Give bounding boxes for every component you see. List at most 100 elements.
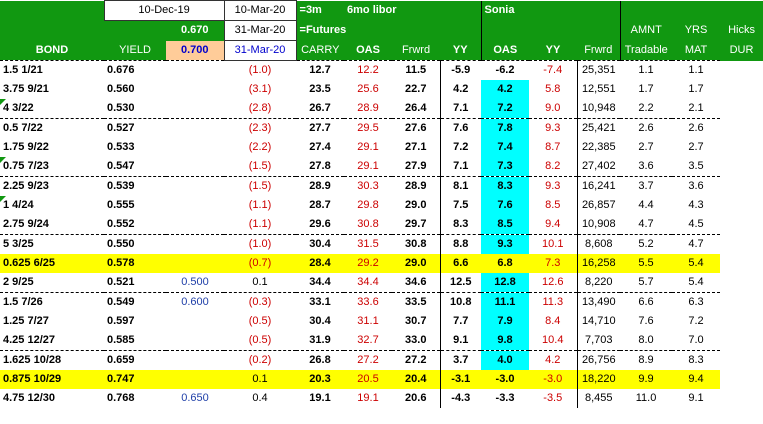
- carry-value[interactable]: (0.7): [224, 254, 297, 273]
- bond-yield[interactable]: 0.552: [104, 215, 166, 235]
- carry-value[interactable]: (1.1): [224, 196, 296, 215]
- sonia-oas-value[interactable]: -5.9: [439, 60, 482, 80]
- table-row[interactable]: 3.75 9/21 0.560 (3.1) 23.5 25.6 22.7 4.2 4.2 5.8…: [0, 80, 763, 99]
- carry-value[interactable]: (1.5): [224, 176, 297, 196]
- oas-value[interactable]: 23.5: [296, 80, 344, 99]
- sonia-oas-value[interactable]: 9.1: [439, 331, 482, 351]
- yy-value[interactable]: 26.4: [392, 99, 440, 119]
- bond-name[interactable]: 3.75 9/21: [0, 80, 104, 99]
- sonia-forward-value[interactable]: 11.3: [529, 292, 578, 312]
- oas-value[interactable]: 30.4: [296, 312, 344, 331]
- futures-yield[interactable]: [166, 312, 224, 331]
- hicks-duration[interactable]: 9.1: [672, 389, 720, 408]
- carry-value[interactable]: (2.2): [224, 138, 296, 157]
- date-cell-4[interactable]: 31-Mar-20: [223, 40, 297, 61]
- bond-yield[interactable]: 0.659: [104, 350, 166, 370]
- hicks-duration[interactable]: 7.2: [672, 312, 720, 331]
- years-maturity[interactable]: 1.7: [620, 80, 672, 99]
- bond-yield[interactable]: 0.530: [104, 99, 166, 119]
- futures-yield[interactable]: [166, 254, 225, 273]
- table-row[interactable]: 0.625 6/25 0.578 (0.7) 28.4 29.2 29.0 6.6 6.8 7.…: [0, 254, 763, 273]
- sonia-forward-value[interactable]: 10.4: [529, 331, 577, 351]
- forward-value[interactable]: 27.2: [344, 350, 393, 370]
- sonia-oas-value[interactable]: 8.8: [439, 234, 482, 254]
- amount-tradable[interactable]: 10,908: [576, 215, 621, 235]
- bond-yield[interactable]: 0.597: [104, 312, 166, 331]
- sonia-forward-value[interactable]: 10.1: [529, 234, 578, 254]
- amount-tradable[interactable]: 16,258: [576, 254, 621, 273]
- amount-tradable[interactable]: 25,421: [576, 118, 621, 138]
- futures-yield[interactable]: [166, 138, 224, 157]
- bond-name[interactable]: 1.5 1/21: [0, 60, 104, 80]
- futures-yield[interactable]: 0.500: [166, 273, 224, 293]
- years-maturity[interactable]: 11.0: [620, 389, 672, 408]
- bond-name[interactable]: 1.5 7/26: [0, 292, 104, 312]
- forward-value[interactable]: 25.6: [344, 80, 392, 99]
- hicks-duration[interactable]: 7.0: [672, 331, 720, 351]
- table-row[interactable]: 0.875 10/29 0.747 0.1 20.3 20.5 20.4 -3.1 -3.0-…: [0, 370, 763, 389]
- years-maturity[interactable]: 2.6: [620, 118, 673, 138]
- oas-value[interactable]: 26.7: [296, 99, 344, 119]
- yy-value[interactable]: 20.4: [392, 370, 441, 389]
- amount-tradable[interactable]: 8,608: [576, 234, 621, 254]
- yy-value[interactable]: 29.0: [392, 254, 441, 273]
- sonia-forward-value[interactable]: 8.5: [529, 196, 577, 215]
- futures-yield[interactable]: [166, 350, 225, 370]
- sonia-yy-value[interactable]: 7.3: [481, 157, 530, 177]
- table-row[interactable]: 2.25 9/23 0.539 (1.5) 28.9 30.3 28.9 8.1 8.3 9.3…: [0, 176, 763, 196]
- amount-tradable[interactable]: 7,703: [576, 331, 621, 351]
- years-maturity[interactable]: 3.7: [620, 176, 673, 196]
- sonia-oas-value[interactable]: 7.6: [439, 118, 482, 138]
- years-maturity[interactable]: 9.9: [620, 370, 673, 389]
- hicks-duration[interactable]: 4.7: [672, 234, 721, 254]
- sonia-forward-value[interactable]: 9.3: [529, 176, 578, 196]
- years-maturity[interactable]: 2.2: [620, 99, 672, 119]
- date-cell-2[interactable]: 10-Mar-20: [223, 0, 297, 21]
- bond-name[interactable]: 4 3/22: [0, 99, 104, 119]
- forward-value[interactable]: 29.8: [344, 196, 392, 215]
- sonia-yy-value[interactable]: 7.4: [481, 138, 530, 157]
- oas-value[interactable]: 33.1: [296, 292, 345, 312]
- yy-value[interactable]: 27.6: [392, 118, 441, 138]
- amount-tradable[interactable]: 14,710: [576, 312, 621, 331]
- bond-yield[interactable]: 0.547: [104, 157, 166, 177]
- bond-name[interactable]: 2.75 9/24: [0, 215, 104, 235]
- years-maturity[interactable]: 3.6: [620, 157, 672, 177]
- yy-value[interactable]: 29.7: [392, 215, 440, 235]
- sonia-yy-value[interactable]: 9.3: [481, 234, 530, 254]
- oas-value[interactable]: 27.7: [296, 118, 345, 138]
- oas-value[interactable]: 30.4: [296, 234, 345, 254]
- carry-value[interactable]: (1.0): [224, 234, 297, 254]
- table-row[interactable]: 4.25 12/27 0.585 (0.5) 31.9 32.7 33.0 9.1 9.8 10…: [0, 331, 763, 351]
- amount-tradable[interactable]: 25,351: [576, 60, 621, 80]
- oas-value[interactable]: 27.8: [296, 157, 344, 177]
- futures-yield[interactable]: [166, 196, 224, 215]
- carry-value[interactable]: (1.0): [224, 60, 297, 80]
- sonia-oas-value[interactable]: 12.5: [439, 273, 482, 293]
- years-maturity[interactable]: 8.0: [620, 331, 672, 351]
- sonia-forward-value[interactable]: 4.2: [529, 350, 578, 370]
- sonia-oas-value[interactable]: 4.2: [439, 80, 482, 99]
- bond-yield[interactable]: 0.560: [104, 80, 166, 99]
- hicks-duration[interactable]: 4.5: [672, 215, 720, 235]
- sonia-yy-value[interactable]: 12.8: [481, 273, 530, 293]
- bond-name[interactable]: 2.25 9/23: [0, 176, 104, 196]
- hicks-duration[interactable]: 8.3: [672, 350, 721, 370]
- years-maturity[interactable]: 4.4: [620, 196, 672, 215]
- oas-value[interactable]: 19.1: [296, 389, 344, 408]
- carry-value[interactable]: 0.4: [224, 389, 296, 408]
- sonia-yy-value[interactable]: 9.8: [481, 331, 530, 351]
- oas-value[interactable]: 28.7: [296, 196, 344, 215]
- futures-yield[interactable]: [166, 215, 224, 235]
- carry-value[interactable]: (0.5): [224, 331, 296, 351]
- hicks-duration[interactable]: 5.4: [672, 254, 721, 273]
- hicks-duration[interactable]: 2.6: [672, 118, 721, 138]
- bond-yield[interactable]: 0.585: [104, 331, 166, 351]
- date-cell-3[interactable]: 31-Mar-20: [223, 20, 297, 41]
- yy-value[interactable]: 29.0: [392, 196, 440, 215]
- sonia-forward-value[interactable]: 8.4: [529, 312, 577, 331]
- forward-value[interactable]: 32.7: [344, 331, 392, 351]
- table-row[interactable]: 1.25 7/27 0.597 (0.5) 30.4 31.1 30.7 7.7 7.9 8.4…: [0, 312, 763, 331]
- table-row[interactable]: 5 3/25 0.550 (1.0) 30.4 31.5 30.8 8.8 9.3 10.1 8,…: [0, 234, 763, 254]
- yield-peach[interactable]: 0.700: [166, 40, 225, 61]
